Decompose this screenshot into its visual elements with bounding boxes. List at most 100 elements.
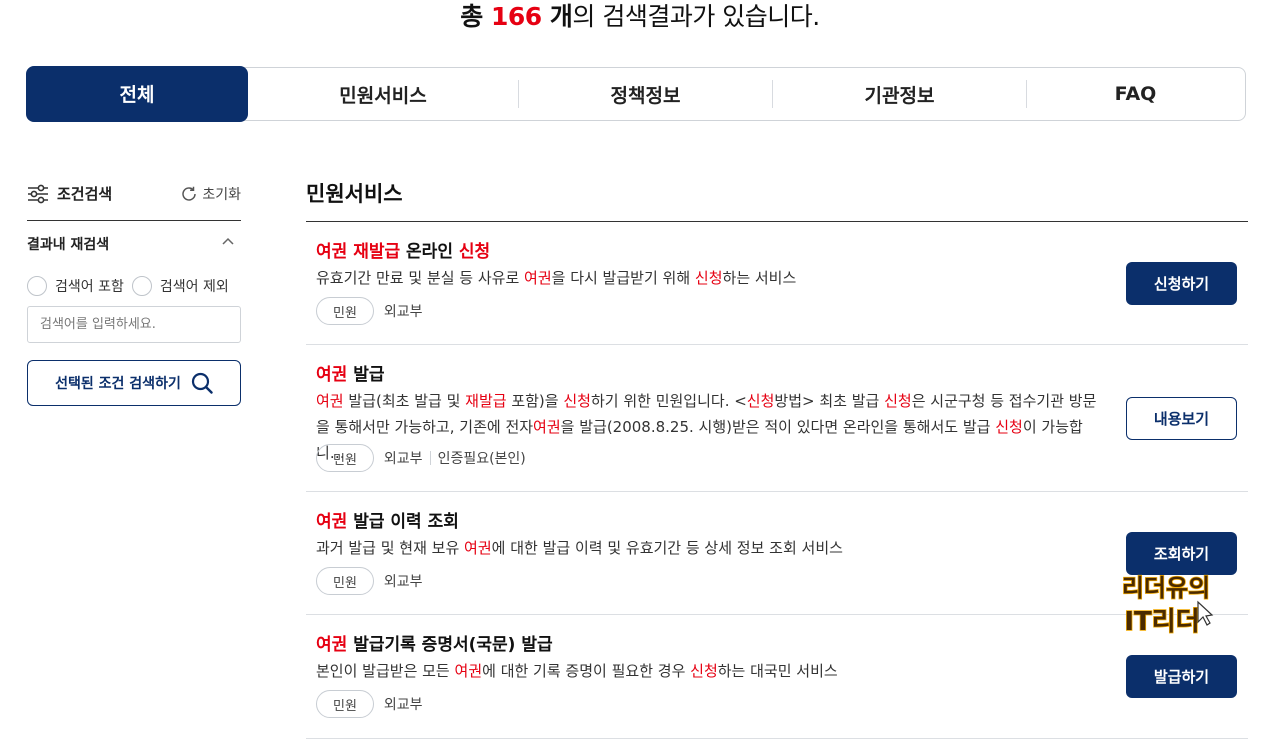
desc-text: 하는 대국민 서비스	[717, 662, 838, 680]
title-text: 발급 이력 조회	[347, 512, 459, 532]
reset-button[interactable]: 초기화	[180, 184, 241, 204]
title-highlight: 여권	[316, 512, 348, 532]
refresh-icon	[182, 186, 197, 201]
title-highlight: 여권	[316, 635, 348, 655]
reset-label: 초기화	[202, 187, 241, 203]
issue-button[interactable]: 발급하기	[1126, 655, 1237, 698]
apply-filter-search-button[interactable]: 선택된 조건 검색하기	[27, 360, 241, 406]
tab-agency-info[interactable]: 기관정보	[773, 68, 1026, 120]
agency-label: 외교부	[383, 451, 423, 467]
auth-required-label: 인증필요(본인)	[437, 451, 526, 467]
result-item: 여권 발급기록 증명서(국문) 발급 본인이 발급받은 모든 여권에 대한 기록…	[306, 615, 1248, 739]
meta-divider	[429, 451, 431, 465]
desc-highlight: 신청	[884, 392, 912, 410]
category-tabs: 전체 민원서비스 정책정보 기관정보 FAQ	[26, 65, 1246, 122]
title-text: 온라인	[400, 242, 459, 262]
filter-header: 조건검색 초기화	[27, 179, 241, 221]
sliders-icon	[28, 184, 48, 203]
result-title[interactable]: 여권 재발급 온라인 신청	[316, 237, 490, 262]
desc-highlight: 여권	[316, 392, 344, 410]
agency-label: 외교부	[383, 304, 423, 320]
summary-prefix: 총	[460, 2, 491, 31]
result-title[interactable]: 여권 발급 이력 조회	[316, 507, 459, 532]
title-highlight: 여권 재발급	[316, 242, 401, 262]
include-keyword-label: 검색어 포함	[55, 279, 124, 295]
desc-highlight: 신청	[563, 392, 591, 410]
watermark-line1: 리더유의	[1122, 574, 1210, 602]
result-meta: 민원 외교부	[316, 690, 423, 718]
desc-text: 방법> 최초 발급	[774, 392, 885, 410]
agency-label: 외교부	[383, 574, 423, 590]
result-item: 여권 재발급 온라인 신청 유효기간 만료 및 분실 등 사유로 여권을 다시 …	[306, 222, 1248, 345]
filter-title-label: 조건검색	[57, 185, 113, 203]
desc-highlight: 신청	[995, 418, 1023, 436]
result-description: 과거 발급 및 현재 보유 여권에 대한 발급 이력 및 유효기간 등 상세 정…	[316, 535, 1106, 561]
tab-civil-services[interactable]: 민원서비스	[248, 68, 518, 120]
result-title[interactable]: 여권 발급기록 증명서(국문) 발급	[316, 630, 553, 655]
desc-highlight: 신청	[746, 392, 775, 410]
tab-faq[interactable]: FAQ	[1027, 68, 1244, 120]
exclude-keyword-radio[interactable]: 검색어 제외	[131, 276, 229, 296]
desc-highlight: 여권	[533, 418, 561, 436]
tab-civil-services-label: 민원서비스	[339, 84, 427, 107]
desc-highlight: 신청	[694, 269, 723, 287]
watermark-logo: 리더유의 IT리더	[1121, 573, 1214, 638]
tab-agency-info-label: 기관정보	[864, 84, 935, 107]
title-text: 발급기록 증명서(국문) 발급	[347, 635, 553, 655]
result-meta: 민원 외교부	[316, 297, 423, 325]
category-chip: 민원	[316, 567, 374, 595]
tab-faq-label: FAQ	[1114, 83, 1157, 105]
desc-highlight: 여권	[454, 662, 483, 680]
result-meta: 민원 외교부	[316, 567, 423, 595]
tab-policy-info-label: 정책정보	[610, 84, 681, 107]
search-mode-options: 검색어 포함 검색어 제외	[27, 276, 237, 296]
result-item: 여권 발급 이력 조회 과거 발급 및 현재 보유 여권에 대한 발급 이력 및…	[306, 492, 1248, 615]
desc-text: 에 대한 기록 증명이 필요한 경우	[482, 662, 691, 680]
tab-policy-info[interactable]: 정책정보	[519, 68, 772, 120]
cursor-icon	[1197, 600, 1214, 626]
watermark-line2: IT리더	[1124, 607, 1199, 637]
result-summary: 총 166 개의 검색결과가 있습니다.	[0, 1, 1280, 33]
desc-text: 을 다시 발급받기 위해	[551, 269, 695, 287]
result-item: 여권 발급 여권 발급(최초 발급 및 재발급 포함)을 신청하기 위한 민원입…	[306, 345, 1248, 492]
chevron-up-icon[interactable]	[221, 236, 235, 246]
desc-text: 하기 위한 민원입니다. <	[590, 392, 747, 410]
category-chip: 민원	[316, 297, 374, 325]
result-description: 유효기간 만료 및 분실 등 사유로 여권을 다시 발급받기 위해 신청하는 서…	[316, 265, 1106, 291]
desc-text: 하는 서비스	[722, 269, 797, 287]
section-title: 민원서비스	[306, 182, 403, 206]
desc-text: 포함)을	[506, 392, 564, 410]
apply-button[interactable]: 신청하기	[1126, 262, 1237, 305]
title-text: 발급	[347, 365, 385, 385]
apply-filter-search-label: 선택된 조건 검색하기	[55, 376, 181, 392]
title-highlight: 여권	[316, 365, 348, 385]
desc-highlight: 여권	[464, 539, 492, 557]
view-details-button[interactable]: 내용보기	[1126, 397, 1237, 440]
result-meta: 민원 외교부 인증필요(본인)	[316, 444, 526, 472]
desc-text: 을 발급(2008.8.25. 시행)받은 적이 있다면 온라인을 통해서도 발…	[560, 418, 996, 436]
category-chip: 민원	[316, 444, 374, 472]
summary-suffix: 의 검색결과가 있습니다.	[572, 2, 820, 31]
desc-text: 본인이 발급받은 모든	[316, 662, 455, 680]
desc-text: 과거 발급 및 현재 보유	[316, 539, 465, 557]
result-description: 본인이 발급받은 모든 여권에 대한 기록 증명이 필요한 경우 신청하는 대국…	[316, 658, 1106, 684]
radio-circle	[131, 276, 152, 296]
tab-all[interactable]: 전체	[26, 65, 248, 122]
desc-text: 유효기간 만료 및 분실 등 사유로	[316, 269, 525, 287]
result-title[interactable]: 여권 발급	[316, 360, 384, 385]
refine-search-label: 결과내 재검색	[27, 237, 110, 253]
desc-text: 발급(최초 발급 및	[343, 392, 466, 410]
desc-highlight: 신청	[690, 662, 718, 680]
radio-circle	[27, 276, 47, 296]
filter-title: 조건검색	[27, 183, 112, 204]
desc-highlight: 재발급	[465, 392, 507, 410]
category-chip: 민원	[316, 690, 374, 718]
agency-label: 외교부	[383, 697, 423, 713]
summary-unit: 개	[541, 2, 573, 31]
tab-all-label: 전체	[119, 84, 155, 106]
desc-highlight: 여권	[524, 269, 552, 287]
search-icon	[191, 372, 213, 394]
result-count: 166	[490, 2, 542, 31]
keyword-input[interactable]	[27, 306, 241, 343]
include-keyword-radio[interactable]: 검색어 포함	[27, 276, 124, 296]
